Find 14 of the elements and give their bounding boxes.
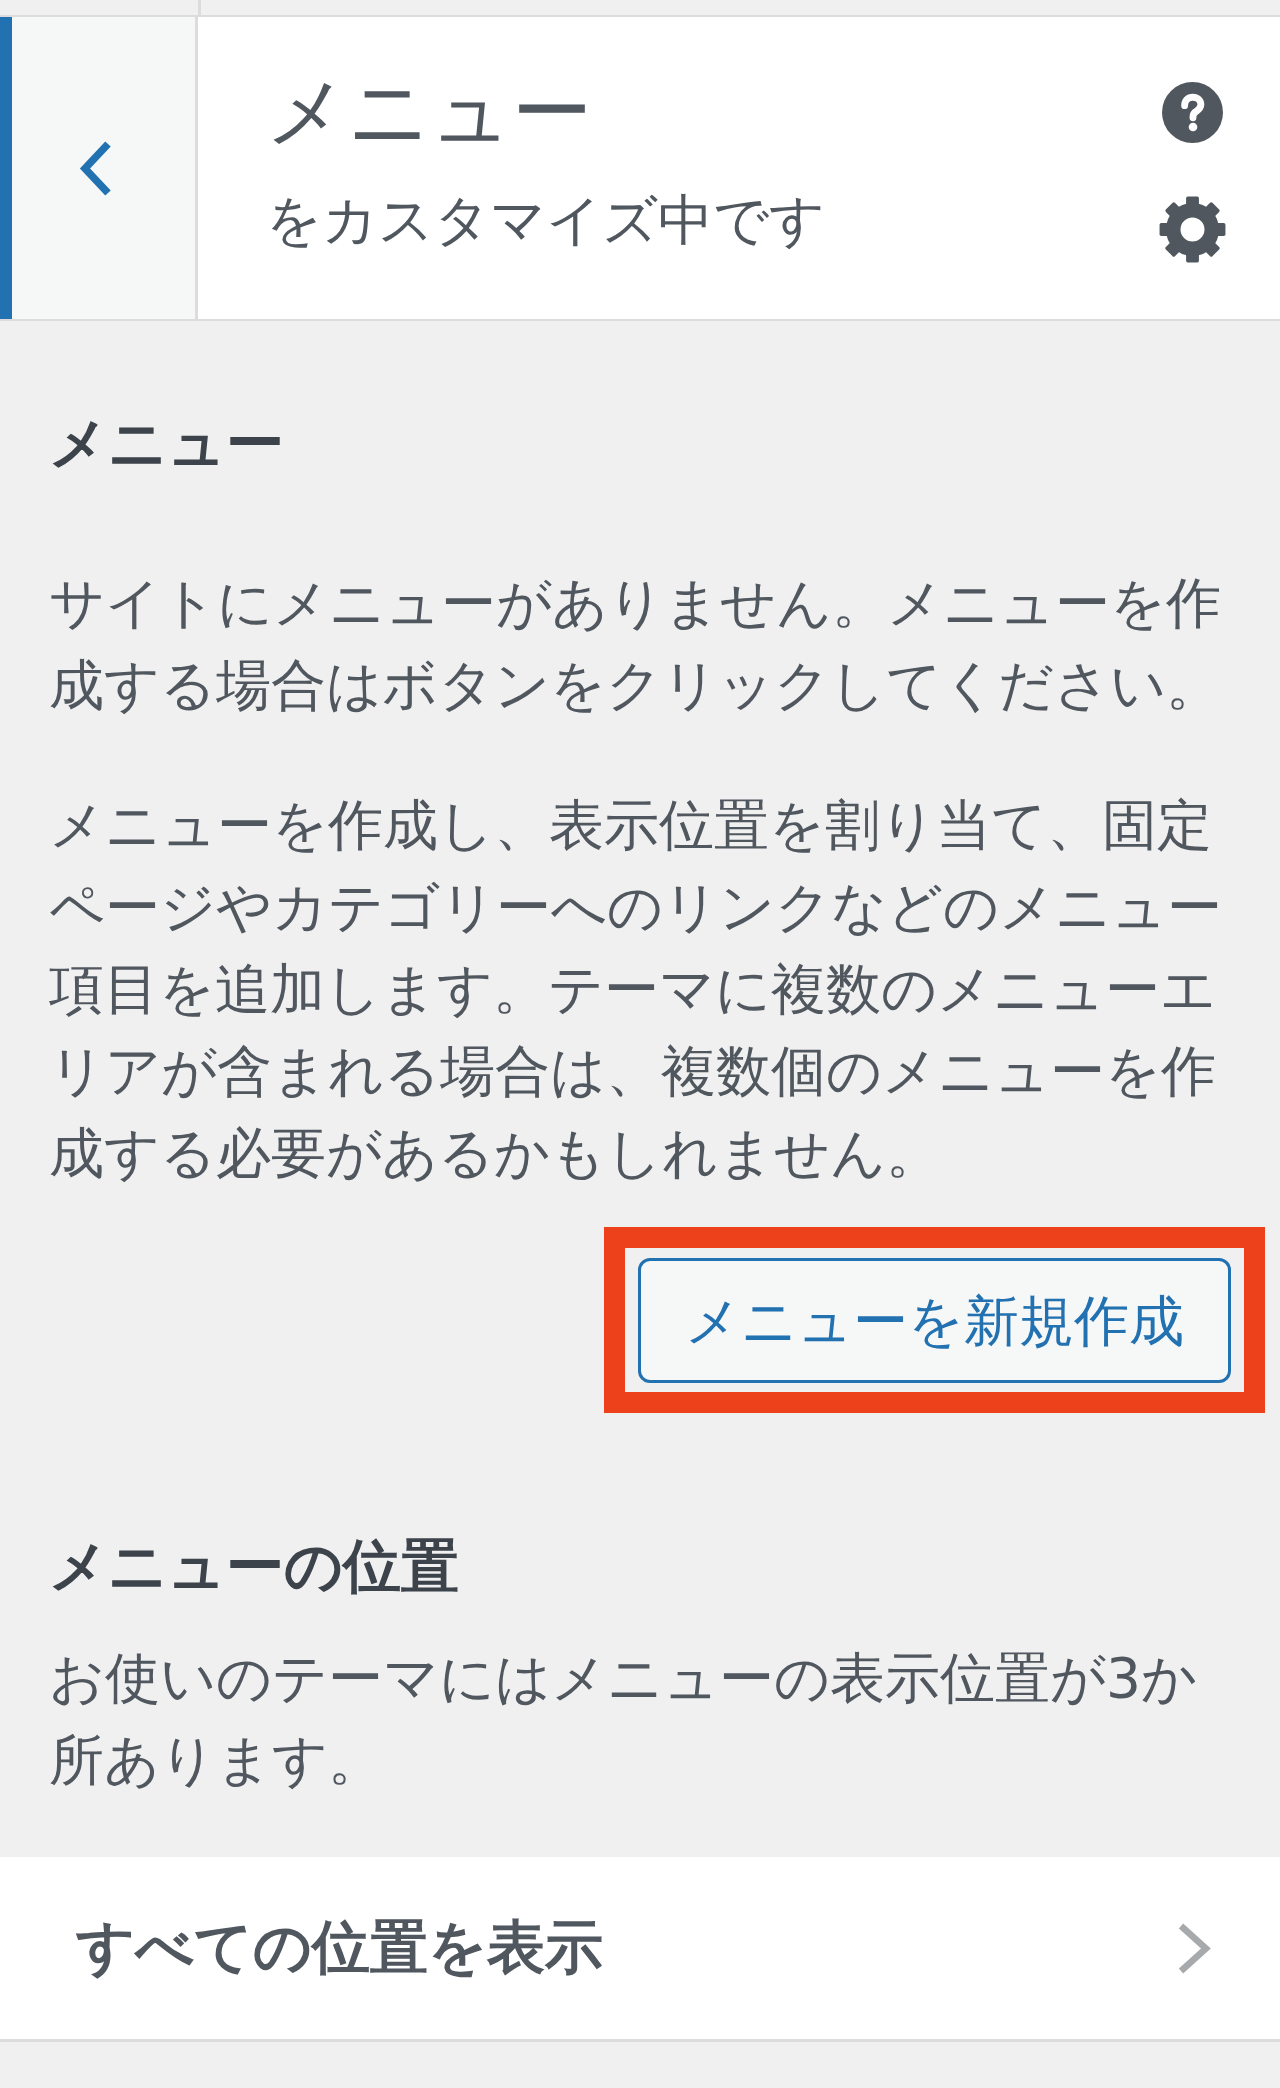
section-heading: メニューの位置 (49, 1531, 460, 1601)
chevron-left-icon (78, 139, 113, 197)
section-heading: メニュー (49, 408, 285, 478)
help-icon[interactable] (1162, 82, 1223, 143)
panel-title: メニュー (266, 64, 593, 160)
description-text: お使いのテーマにはメニューの表示位置が3か所あります。 (49, 1645, 1198, 1794)
back-button[interactable] (0, 17, 198, 319)
description-text: メニューを作成し、表示位置を割り当て、固定ページやカテゴリーへのリンクなどのメニュー項目を追加します。テーマに複数のメニューエリアが含まれる場合は、複数個のメニューを作成する必要があるかもしれません。 (49, 792, 1223, 1187)
chevron-right-icon (1176, 1921, 1212, 1975)
new-menu-button[interactable]: メニューを新規作成 (638, 1258, 1231, 1383)
description-text: サイトにメニューがありません。メニューを作成する場合はボタンをクリックしてください。 (49, 570, 1222, 719)
settings-icon[interactable] (1159, 196, 1226, 263)
locations-link-row[interactable]: すべての位置を表示 (0, 1857, 1280, 2042)
panel-subtitle: をカスタマイズ中です (266, 187, 826, 254)
